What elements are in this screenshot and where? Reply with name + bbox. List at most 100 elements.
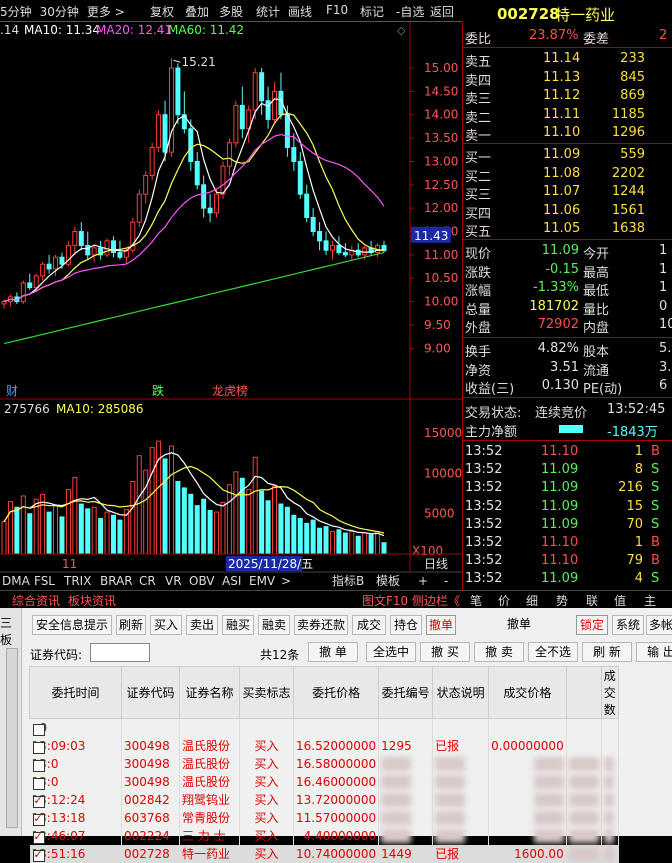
row-checkbox[interactable] [32, 741, 45, 754]
diamond-icon[interactable]: ◇ [397, 24, 406, 37]
code-input[interactable] [90, 643, 150, 662]
order-table-header[interactable] [565, 666, 602, 719]
toolbar-button[interactable]: 复权 [150, 3, 174, 20]
order-price: 13.72000000 [293, 790, 380, 809]
period-tab[interactable]: 更多 > [87, 5, 125, 19]
indicator-control[interactable]: + [418, 574, 428, 588]
candle-body [226, 142, 232, 167]
order-table-header[interactable]: 委托价格 [292, 666, 380, 719]
indicator-tab[interactable]: FSL [34, 574, 55, 588]
table-row[interactable]: 13:0 300498 温氏股份 买入 16.58000000 [29, 754, 619, 773]
table-row[interactable]: 13:12:24002842翔鹭钨业买入13.72000000 [29, 790, 619, 809]
trade-toolbar-button[interactable]: 撤单 [484, 615, 554, 635]
row-checkbox[interactable] [32, 830, 45, 844]
toolbar-button[interactable]: F10 [326, 3, 348, 17]
indicator-tab[interactable]: BRAR [100, 574, 133, 588]
side-tab[interactable]: 主 [644, 592, 656, 609]
side-tab[interactable]: 笔 [470, 592, 482, 609]
row-checkbox[interactable] [32, 759, 45, 772]
candle-body [1, 301, 7, 305]
table-row[interactable]: 0 [29, 718, 619, 737]
order-table-header[interactable]: 成交价格 [488, 666, 567, 719]
kline-chart[interactable]: 15.0014.5014.0013.5013.0012.5012.0011.50… [0, 22, 462, 642]
tick-volume: 79 [626, 553, 643, 569]
side-tab[interactable]: 联 [586, 592, 598, 609]
indicator-tab[interactable]: EMV [249, 574, 276, 588]
order-table-header[interactable]: 证券代码 [121, 666, 180, 719]
order-table-header[interactable]: 状态说明 [432, 666, 490, 719]
indicator-tab[interactable]: ASI [222, 574, 241, 588]
toolbar-button[interactable]: 叠加 [185, 3, 209, 20]
period-tab[interactable]: 5分钟 [0, 5, 32, 19]
row-checkbox[interactable] [32, 848, 45, 862]
row-checkbox[interactable] [32, 777, 45, 790]
table-row[interactable]: 13:51:16002728特一药业买入10.740000001449已报160… [29, 844, 619, 863]
indicator-tab[interactable]: TRIX [63, 574, 91, 588]
indicator-tab[interactable]: > [281, 574, 291, 588]
side-tab[interactable]: 细 [526, 592, 538, 609]
cancel-toolbar-button[interactable]: 刷 新 [582, 642, 632, 662]
order-table-header[interactable]: 买卖标志 [239, 666, 294, 719]
table-row[interactable]: 13:09:03 300498 温氏股份 买入 16.52000000 1295 已报 0.0… [29, 736, 619, 755]
indicator-control[interactable]: 模板 [376, 574, 400, 588]
cancel-toolbar-button[interactable]: 输 出 [636, 642, 672, 662]
cancel-toolbar-button[interactable]: 撤 单 [308, 642, 358, 662]
bid-price: 11.09 [543, 147, 581, 162]
trade-toolbar-button[interactable]: 系统 [612, 615, 644, 635]
cancel-toolbar-button[interactable]: 全选中 [366, 642, 416, 662]
trade-toolbar-button[interactable]: 撤单 [426, 615, 456, 635]
indicator-tab[interactable]: DMA [2, 574, 31, 588]
side-tab[interactable]: 势 [556, 592, 568, 609]
trade-toolbar-button[interactable]: 刷新 [116, 615, 146, 635]
cancel-toolbar-button[interactable]: 撤 卖 [474, 642, 524, 662]
vol-tick-label: 5000 [424, 507, 455, 521]
trade-toolbar-button[interactable]: 卖券还款 [294, 615, 348, 635]
indicator-control[interactable]: - [444, 574, 448, 588]
cancel-toolbar-button[interactable]: 撤 买 [420, 642, 470, 662]
trade-toolbar-button[interactable]: 多帐 [646, 615, 672, 635]
order-code [121, 718, 180, 737]
toolbar-button[interactable]: 多股 [219, 3, 243, 20]
tick-direction: S [651, 480, 660, 496]
side-tab[interactable]: 价 [498, 592, 510, 609]
info-tab[interactable]: 板块资讯 [68, 592, 116, 609]
side-tab[interactable]: 侧边栏《 [412, 592, 460, 609]
indicator-tab[interactable]: CR [139, 574, 156, 588]
order-table-header[interactable]: 委托编号 [378, 666, 434, 719]
order-table-header[interactable]: 成交数 [600, 666, 619, 719]
toolbar-button[interactable]: 画线 [288, 3, 312, 20]
side-scrollbar[interactable] [6, 648, 18, 828]
toolbar-button[interactable]: 标记 [360, 3, 384, 20]
trade-toolbar-button[interactable]: 融买 [222, 615, 254, 635]
row-checkbox[interactable] [32, 794, 45, 808]
toolbar-button[interactable]: 返回 [430, 3, 454, 20]
indicator-tab[interactable]: OBV [189, 574, 215, 588]
trade-toolbar-button[interactable]: 锁定 [576, 615, 608, 635]
event-marker[interactable]: 龙虎榜 [212, 383, 248, 398]
info-tab[interactable]: 综合资讯 [12, 592, 60, 609]
trade-toolbar-button[interactable]: 卖出 [186, 615, 218, 635]
event-marker[interactable]: 跌 [152, 383, 164, 398]
toolbar-button[interactable]: 统计 [256, 3, 280, 20]
cancel-toolbar-button[interactable]: 全不选 [528, 642, 578, 662]
side-tab[interactable]: 值 [614, 592, 626, 609]
price-tick-label: 14.00 [424, 108, 458, 122]
trade-toolbar-button[interactable]: 成交 [352, 615, 386, 635]
toolbar-button[interactable]: -自选 [396, 3, 424, 20]
indicator-control[interactable]: 指标B [332, 573, 364, 588]
period-tab[interactable]: 30分钟 [40, 5, 79, 19]
trade-toolbar-button[interactable]: 买入 [150, 615, 182, 635]
side-tab[interactable]: 图文F10 [362, 592, 408, 609]
volume-bar [123, 509, 129, 555]
indicator-tab[interactable]: VR [165, 574, 182, 588]
event-marker[interactable]: 财 [6, 384, 18, 398]
order-table-header[interactable]: 委托时间 [29, 666, 122, 719]
row-checkbox[interactable] [32, 723, 45, 736]
order-table-header[interactable]: 证券名称 [179, 666, 240, 719]
table-row[interactable]: 13:0 300498 温氏股份 买入 16.46000000 [29, 772, 619, 791]
trade-toolbar-button[interactable]: 融卖 [258, 615, 290, 635]
trade-toolbar-button[interactable]: 安全信息提示 [32, 615, 112, 635]
table-row[interactable]: 13:13:18603768常青股份买入11.57000000 [29, 808, 619, 827]
row-checkbox[interactable] [32, 812, 45, 826]
trade-toolbar-button[interactable]: 持仓 [390, 615, 422, 635]
